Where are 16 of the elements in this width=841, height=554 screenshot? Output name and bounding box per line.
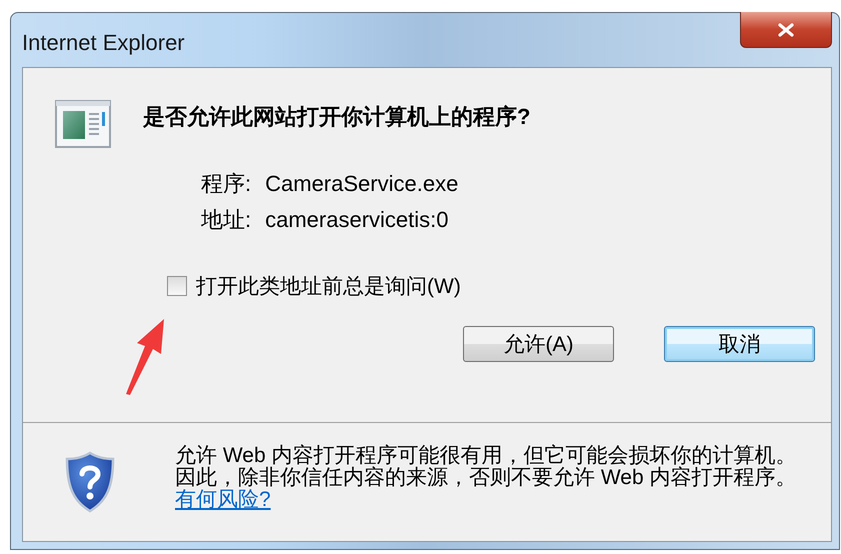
risk-link[interactable]: 有何风险? xyxy=(175,488,271,511)
detail-value: CameraService.exe xyxy=(265,172,458,196)
checkbox[interactable] xyxy=(167,276,187,296)
dialog-button[interactable]: 允许(A) xyxy=(463,326,614,362)
dialog-button[interactable]: 取消 xyxy=(664,326,815,362)
question-text: 是否允许此网站打开你计算机上的程序? xyxy=(143,103,530,131)
shield-question-icon xyxy=(65,451,115,513)
close-button[interactable] xyxy=(740,12,832,48)
program-window-icon xyxy=(55,100,111,148)
window-title: Internet Explorer xyxy=(22,30,185,56)
checkbox-label: 打开此类地址前总是询问(W) xyxy=(196,274,461,300)
close-icon xyxy=(777,22,795,36)
warning-text: 允许 Web 内容打开程序可能很有用，但它可能会损坏你的计算机。因此，除非你信任内容的来源，否则不要允许 Web 内容打开程序。 有何风险? xyxy=(175,445,798,511)
detail-label: 程序: xyxy=(201,172,252,196)
detail-label: 地址: xyxy=(201,208,252,232)
detail-value: cameraservicetis:0 xyxy=(265,208,450,232)
